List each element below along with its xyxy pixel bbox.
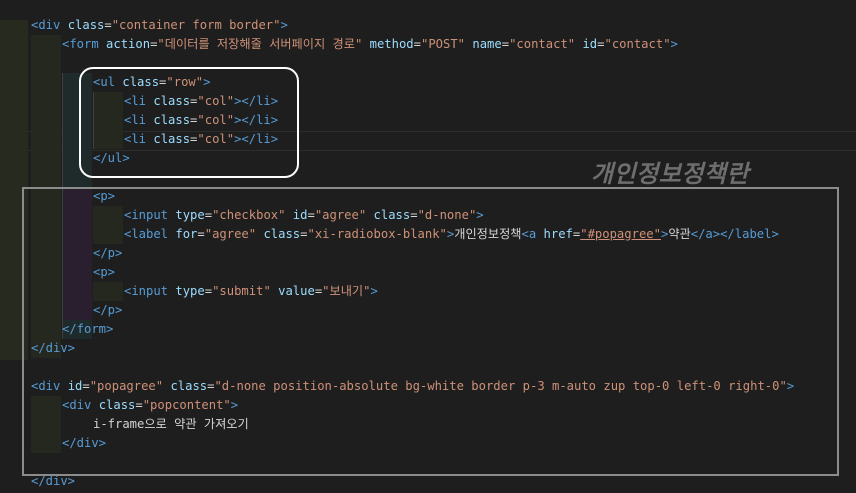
code-token: =: [413, 37, 421, 51]
code-token: </div>: [31, 474, 76, 488]
code-editor[interactable]: <div class="container form border"> <form…: [0, 0, 856, 493]
code-token: "container form border": [111, 18, 281, 32]
code-token: >: [280, 18, 288, 32]
code-token: =: [501, 37, 510, 51]
ul-highlight-box: [79, 67, 299, 178]
code-token: id: [582, 37, 598, 51]
code-token: "POST": [421, 37, 466, 51]
code-token: =: [104, 18, 112, 32]
code-token: =: [597, 37, 605, 51]
code-token: >: [670, 37, 678, 51]
code-token: <form: [62, 37, 107, 51]
code-token: action: [106, 37, 151, 51]
code-token: <div: [31, 18, 68, 32]
code-token: class: [67, 18, 105, 32]
code-token: "contact": [509, 37, 576, 51]
code-line: <div class="container form border">: [31, 16, 288, 35]
code-token: "contact": [604, 37, 671, 51]
code-line: <form action = "데이터를 저장해줄 서버페이지 경로" method…: [62, 35, 678, 54]
privacy-section-label: 개인정보정책란: [591, 160, 750, 188]
code-token: "데이터를 저장해줄 서버페이지 경로": [157, 37, 363, 51]
code-token: method: [369, 37, 414, 51]
code-token: name: [472, 37, 502, 51]
privacy-section-box: [22, 187, 839, 476]
